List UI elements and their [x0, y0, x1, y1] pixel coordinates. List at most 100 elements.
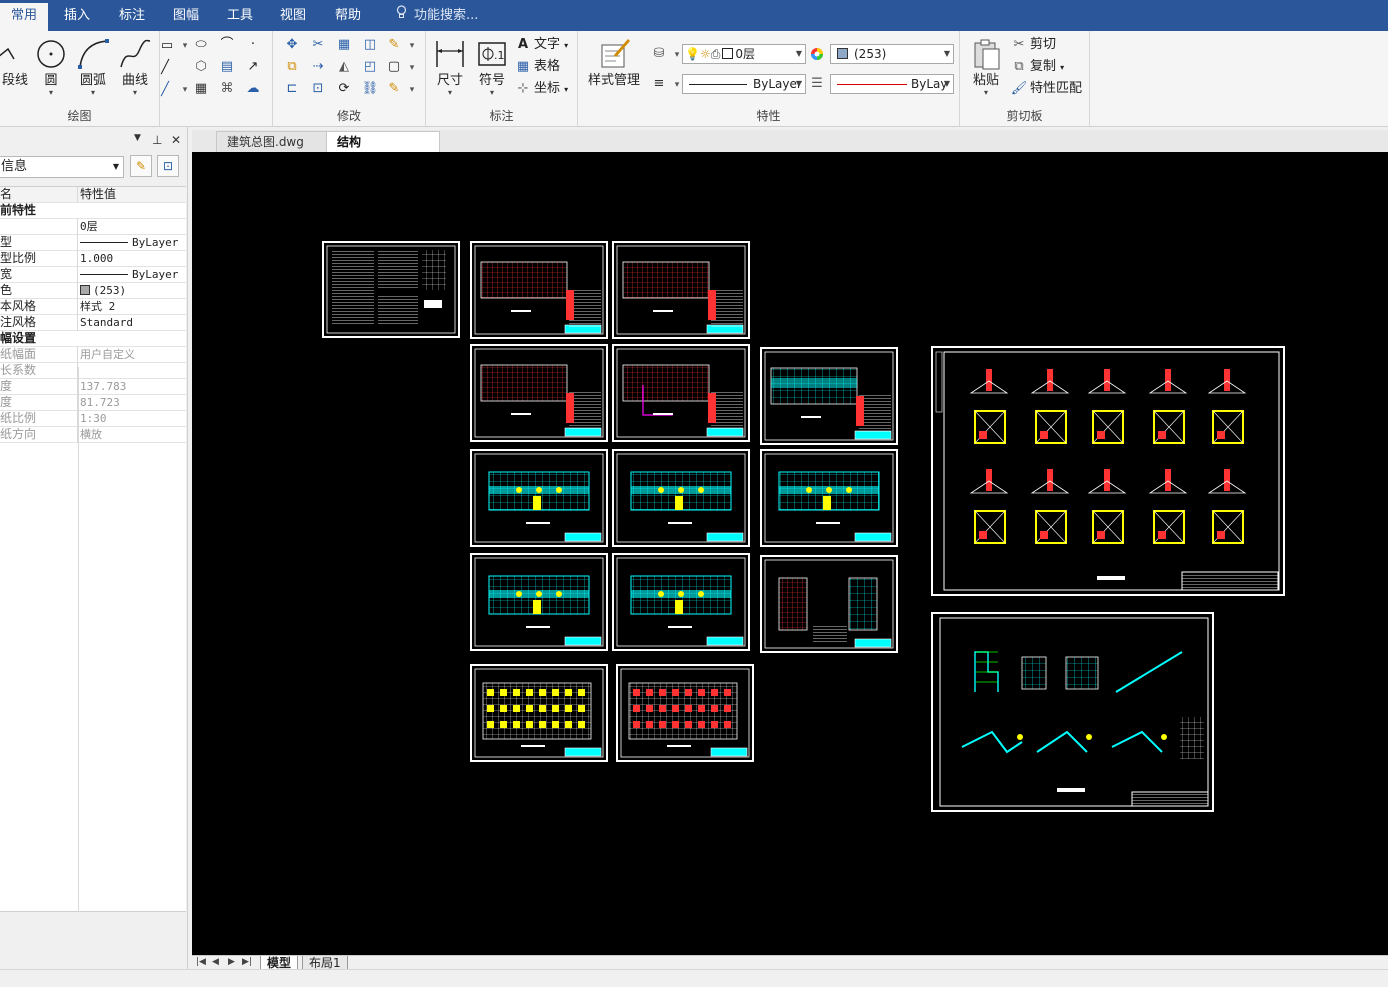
chevron-down-icon[interactable]: ▾ [403, 37, 421, 55]
color-wheel-icon[interactable] [808, 45, 826, 63]
drawing-sheet[interactable] [760, 555, 898, 653]
doc-tab-structure[interactable]: 结构图.DWG✕ [326, 131, 440, 169]
object-type-select[interactable]: 信息 ▼ [0, 156, 124, 178]
boundary-icon[interactable]: ⌘ [218, 80, 236, 98]
feature-search[interactable]: 功能搜索... [396, 0, 478, 31]
property-row[interactable]: 度 137.783 [0, 379, 186, 395]
erase-icon[interactable]: ✎ [385, 36, 403, 54]
list-icon[interactable]: ≡ [650, 75, 668, 93]
coordinate-button[interactable]: 坐标 ▾ [534, 80, 568, 99]
property-row[interactable]: 本风格 样式 2 [0, 299, 186, 315]
drawing-sheet[interactable] [470, 553, 608, 651]
region-icon[interactable]: ⬡ [192, 58, 210, 76]
text-icon[interactable]: A [514, 36, 532, 54]
property-row[interactable]: 0层 [0, 219, 186, 235]
drawing-sheet[interactable] [612, 344, 750, 442]
drawing-sheet[interactable] [612, 241, 750, 339]
drawing-sheet[interactable] [470, 449, 608, 547]
break-icon[interactable]: ⊡ [309, 80, 327, 98]
table-icon[interactable]: ▦ [514, 58, 532, 76]
quick-select-button[interactable]: ⊡ [157, 155, 179, 177]
spline-button[interactable]: 曲线 ▾ [118, 37, 152, 97]
drawing-sheet[interactable] [470, 241, 608, 339]
sheet-stair-details[interactable] [931, 612, 1214, 812]
lineweight-icon[interactable]: ☰ [808, 75, 826, 93]
arc-button[interactable]: 圆弧 ▾ [76, 37, 110, 97]
property-row[interactable]: 纸方向 横放 [0, 427, 186, 443]
table-button[interactable]: 表格 [534, 58, 560, 76]
chevron-down-icon[interactable]: ▾ [403, 81, 421, 99]
property-row[interactable]: 宽 ByLayer [0, 267, 186, 283]
drawing-sheet[interactable] [470, 664, 608, 762]
sheet-foundation-details[interactable] [931, 346, 1285, 596]
prev-layout-icon[interactable]: ◀ [212, 957, 219, 967]
copy-object-icon[interactable]: ⧉ [283, 58, 301, 76]
cut-button[interactable]: 剪切 [1030, 36, 1056, 54]
point-icon[interactable]: · [244, 36, 262, 54]
property-row[interactable]: 注风格 Standard [0, 315, 186, 331]
circle-button[interactable]: 圆 ▾ [34, 37, 68, 97]
last-layout-icon[interactable]: ▶| [242, 957, 252, 967]
stretch-icon[interactable]: ⊏ [283, 80, 301, 98]
menu-tab-home[interactable]: 常用 [0, 3, 49, 31]
lineweight-select[interactable]: ByLay ▼ [830, 74, 954, 94]
cut-icon[interactable]: ✂ [1010, 36, 1028, 54]
revision-cloud-icon[interactable]: ☁ [244, 80, 262, 98]
rotate-icon[interactable]: ⟳ [335, 80, 353, 98]
ray-icon[interactable]: ↗ [244, 58, 262, 76]
drawing-sheet[interactable] [470, 344, 608, 442]
property-row[interactable]: 纸幅面 用户自定义 [0, 347, 186, 363]
property-row[interactable]: 度 81.723 [0, 395, 186, 411]
drawing-sheet[interactable] [612, 449, 750, 547]
edit-properties-icon[interactable]: ✎ [385, 80, 403, 98]
text-button[interactable]: 文字 ▾ [534, 36, 568, 55]
menu-tab-view[interactable]: 视图 [269, 0, 317, 31]
drawing-sheet[interactable] [612, 553, 750, 651]
menu-tab-frame[interactable]: 图幅 [162, 0, 210, 31]
toggle-pickadd-button[interactable]: ✎ [130, 155, 152, 177]
join-icon[interactable]: ⛓ [361, 80, 379, 98]
next-layout-icon[interactable]: ▶ [228, 957, 235, 967]
copy-button[interactable]: 复制 ▾ [1030, 58, 1064, 77]
match-properties-icon[interactable]: 🖌 [1010, 80, 1028, 98]
pin-icon[interactable]: ⊥ [152, 133, 162, 147]
table-insert-icon[interactable]: ▤ [218, 58, 236, 76]
rectangle-select-icon[interactable]: ▢ [385, 58, 403, 76]
model-space-drawing[interactable] [192, 152, 1388, 955]
close-icon[interactable]: ✕ [171, 133, 181, 147]
doc-tab-architecture[interactable]: 建筑总图.dwg [216, 131, 340, 152]
layer-select[interactable]: 💡☼⎙ 0层 ▼ [682, 44, 806, 64]
move-icon[interactable]: ✥ [283, 36, 301, 54]
drawing-canvas[interactable] [192, 152, 1388, 955]
drawing-sheet[interactable] [760, 449, 898, 547]
property-row[interactable]: 型比例 1.000 [0, 251, 186, 267]
trim-icon[interactable]: ✂ [309, 36, 327, 54]
dimension-button[interactable]: 尺寸 ▾ [432, 37, 468, 97]
construction-line-icon[interactable]: ╱ [156, 81, 174, 99]
coordinate-icon[interactable]: ⊹ [514, 80, 532, 98]
scale-icon[interactable]: ◰ [361, 58, 379, 76]
line-icon[interactable]: ╱ [156, 59, 174, 77]
first-layout-icon[interactable]: |◀ [196, 957, 206, 967]
symbol-button[interactable]: .1 符号 ▾ [474, 37, 510, 97]
match-properties-button[interactable]: 特性匹配 [1030, 80, 1082, 98]
menu-tab-annotate[interactable]: 标注 [108, 0, 156, 31]
elliptical-arc-icon[interactable]: ⌒ [218, 36, 236, 54]
extend-icon[interactable]: ⇢ [309, 58, 327, 76]
drawing-sheet[interactable] [616, 664, 754, 762]
layer-manager-icon[interactable]: ⛁ [650, 45, 668, 63]
menu-tab-tools[interactable]: 工具 [216, 0, 264, 31]
copy-icon[interactable]: ⧉ [1010, 58, 1028, 76]
polyline-button[interactable]: 段线 [0, 37, 30, 89]
sheet-design-notes[interactable] [322, 241, 460, 338]
sheet-group-floor-plans[interactable] [470, 241, 898, 762]
color-select[interactable]: (253) ▼ [830, 44, 954, 64]
property-row[interactable]: 型 ByLayer [0, 235, 186, 251]
ellipse-icon[interactable]: ⬭ [192, 36, 210, 54]
hatch-icon[interactable]: ▦ [192, 80, 210, 98]
property-row[interactable]: 色 (253) [0, 283, 186, 299]
menu-tab-insert[interactable]: 插入 [53, 0, 101, 31]
chevron-down-icon[interactable]: ▼ [134, 133, 141, 143]
paste-button[interactable]: 粘贴 ▾ [968, 37, 1004, 97]
menu-tab-help[interactable]: 帮助 [324, 0, 372, 31]
